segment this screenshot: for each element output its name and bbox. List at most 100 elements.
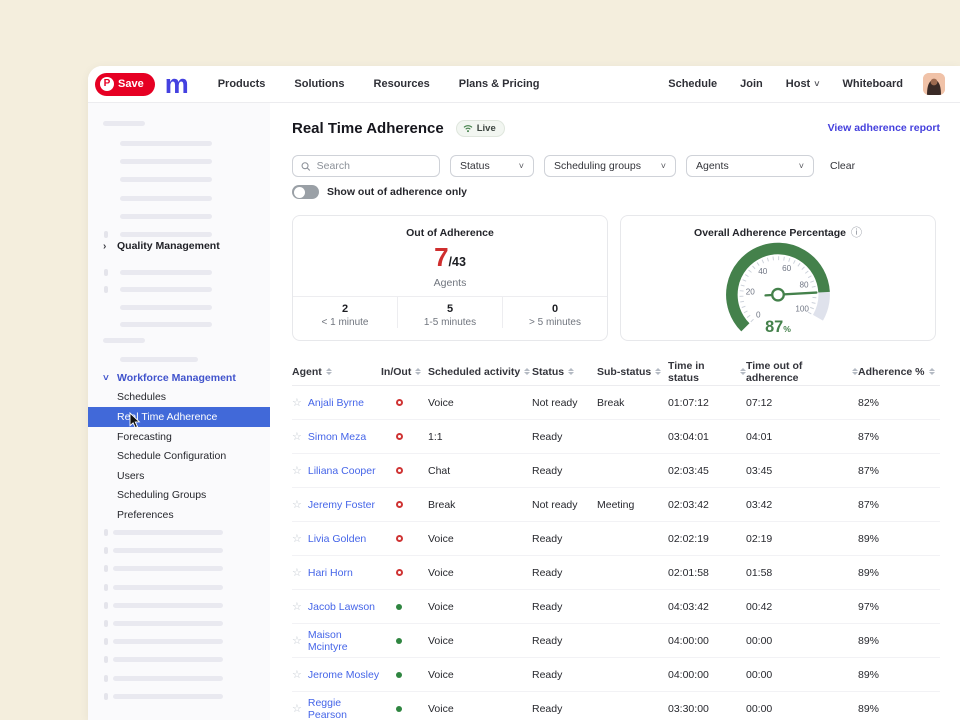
inout-cell — [381, 501, 428, 508]
column-header-scheduled-activity[interactable]: Scheduled activity — [428, 366, 532, 378]
overall-adherence-card: Overall Adherence Percentage ⓘ 020406080… — [620, 215, 936, 341]
table-row: ☆Jerome MosleyVoiceReady04:00:0000:0089% — [292, 658, 940, 692]
table-row: ☆Jeremy FosterBreakNot readyMeeting02:03… — [292, 488, 940, 522]
sidebar-skeleton-bar — [120, 214, 212, 219]
sidebar-item-preferences[interactable]: Preferences — [88, 505, 270, 525]
svg-text:80: 80 — [799, 281, 809, 290]
column-header-adherence[interactable]: Adherence % — [858, 366, 940, 378]
sidebar-item-schedules[interactable]: Schedules — [88, 387, 270, 407]
summary-cards: Out of Adherence 7/43 Agents 2< 1 minute… — [292, 215, 960, 341]
nav-item-plans-pricing[interactable]: Plans & Pricing — [459, 78, 540, 90]
search-input[interactable] — [317, 160, 431, 172]
agent-name-cell[interactable]: ☆Jeremy Foster — [292, 498, 381, 511]
sort-up-arrow — [326, 368, 332, 371]
sub-status-cell: Meeting — [597, 499, 668, 511]
out-of-adherence-toggle[interactable] — [292, 185, 319, 199]
star-icon[interactable]: ☆ — [292, 600, 302, 613]
agent-name-cell[interactable]: ☆Simon Meza — [292, 430, 381, 443]
column-header-time-out-of-adherence[interactable]: Time out of adherence — [746, 360, 858, 384]
sort-icon[interactable] — [524, 368, 530, 376]
column-header-sub-status[interactable]: Sub-status — [597, 366, 668, 378]
search-input-wrapper[interactable] — [292, 155, 440, 177]
column-header-label: In/Out — [381, 366, 411, 378]
sort-down-arrow — [929, 372, 935, 375]
time-in-status-cell: 02:02:19 — [668, 533, 746, 545]
toggle-row: Show out of adherence only — [292, 185, 960, 199]
star-icon[interactable]: ☆ — [292, 464, 302, 477]
nav-item-resources[interactable]: Resources — [374, 78, 430, 90]
sort-icon[interactable] — [326, 368, 332, 376]
star-icon[interactable]: ☆ — [292, 634, 302, 647]
sidebar-skeleton-chevron — [104, 602, 108, 609]
sort-icon[interactable] — [655, 368, 661, 376]
svg-text:0: 0 — [756, 310, 761, 319]
clear-filters-button[interactable]: Clear — [830, 160, 855, 172]
star-icon[interactable]: ☆ — [292, 498, 302, 511]
chevron-down-icon: ˅ — [519, 161, 524, 171]
sort-up-arrow — [655, 368, 661, 371]
sidebar-item-forecasting[interactable]: Forecasting — [88, 427, 270, 447]
agent-name: Liliana Cooper — [308, 465, 376, 477]
agent-name-cell[interactable]: ☆Hari Horn — [292, 566, 381, 579]
star-icon[interactable]: ☆ — [292, 668, 302, 681]
dropdown-scheduling-groups[interactable]: Scheduling groups˅ — [544, 155, 676, 177]
agent-name-cell[interactable]: ☆Livia Golden — [292, 532, 381, 545]
out-of-adherence-card: Out of Adherence 7/43 Agents 2< 1 minute… — [292, 215, 608, 341]
sidebar-item-real-time-adherence[interactable]: Real Time Adherence — [88, 407, 270, 427]
nav-item-join[interactable]: Join — [740, 78, 763, 90]
view-adherence-report-link[interactable]: View adherence report — [828, 122, 940, 134]
agent-name-cell[interactable]: ☆Jerome Mosley — [292, 668, 381, 681]
sort-icon[interactable] — [415, 368, 421, 376]
agent-name-cell[interactable]: ☆Anjali Byrne — [292, 396, 381, 409]
breakdown-item: 51-5 minutes — [397, 297, 502, 328]
nav-item-solutions[interactable]: Solutions — [294, 78, 344, 90]
star-icon[interactable]: ☆ — [292, 396, 302, 409]
agent-name-cell[interactable]: ☆ Liliana Cooper — [292, 464, 381, 477]
star-icon[interactable]: ☆ — [292, 430, 302, 443]
nav-item-host[interactable]: Host˅ — [786, 78, 820, 90]
star-icon[interactable]: ☆ — [292, 566, 302, 579]
star-icon[interactable]: ☆ — [292, 702, 302, 715]
column-header-label: Time in status — [668, 360, 736, 384]
sort-icon[interactable] — [929, 368, 935, 376]
sidebar-item-scheduling-groups[interactable]: Scheduling Groups — [88, 485, 270, 505]
dropdown-agents[interactable]: Agents˅ — [686, 155, 814, 177]
sidebar-item-users[interactable]: Users — [88, 466, 270, 486]
column-header-label: Time out of adherence — [746, 360, 848, 384]
avatar[interactable] — [923, 73, 945, 95]
sort-down-arrow — [524, 372, 530, 375]
dropdown-label: Agents — [696, 160, 729, 172]
info-icon[interactable]: ⓘ — [851, 228, 862, 238]
sidebar-section-workforce-management[interactable]: ˅Workforce Management — [103, 371, 236, 385]
inout-cell — [381, 433, 428, 440]
sidebar-section-quality-management[interactable]: ›Quality Management — [103, 239, 220, 253]
pinterest-icon: P — [100, 77, 114, 91]
pinterest-save-button[interactable]: P Save — [95, 73, 155, 96]
dropdown-status[interactable]: Status˅ — [450, 155, 534, 177]
sidebar-skeleton-chevron — [104, 286, 108, 293]
agent-name-cell[interactable]: ☆Maison Mcintyre — [292, 629, 381, 653]
column-header-label: Scheduled activity — [428, 366, 520, 378]
column-header-in-out[interactable]: In/Out — [381, 366, 428, 378]
column-header-time-in-status[interactable]: Time in status — [668, 360, 746, 384]
scheduled-activity-cell: Voice — [428, 567, 532, 579]
agent-name-cell[interactable]: ☆Reggie Pearson — [292, 697, 381, 720]
time-out-of-adherence-cell: 00:00 — [746, 703, 858, 715]
miro-logo[interactable]: m — [165, 74, 188, 94]
sidebar-skeleton-bar — [120, 232, 212, 237]
sort-icon[interactable] — [568, 368, 574, 376]
star-icon[interactable]: ☆ — [292, 532, 302, 545]
sidebar-item-schedule-configuration[interactable]: Schedule Configuration — [88, 446, 270, 466]
dropdown-label: Scheduling groups — [554, 160, 641, 172]
adherence-cell: 82% — [858, 397, 940, 409]
sort-up-arrow — [415, 368, 421, 371]
time-out-of-adherence-cell: 00:00 — [746, 669, 858, 681]
nav-item-schedule[interactable]: Schedule — [668, 78, 717, 90]
nav-item-products[interactable]: Products — [218, 78, 266, 90]
toggle-knob — [294, 187, 305, 198]
agent-name-cell[interactable]: ☆Jacob Lawson — [292, 600, 381, 613]
column-header-status[interactable]: Status — [532, 366, 597, 378]
time-in-status-cell: 02:03:42 — [668, 499, 746, 511]
nav-item-whiteboard[interactable]: Whiteboard — [843, 78, 904, 90]
column-header-agent[interactable]: Agent — [292, 366, 381, 378]
